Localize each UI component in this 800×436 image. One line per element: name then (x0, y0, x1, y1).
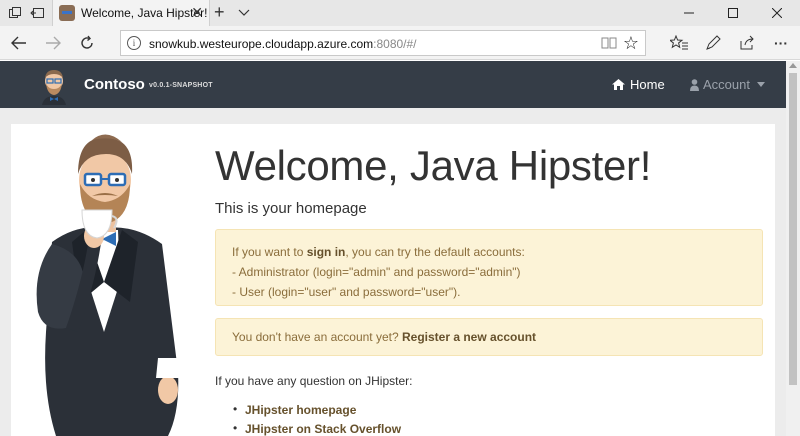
plus-icon[interactable]: + (214, 2, 225, 23)
favorites-list-icon[interactable] (668, 32, 690, 54)
register-link[interactable]: Register a new account (402, 330, 536, 344)
browser-tab[interactable]: Welcome, Java Hipster! ✕ (52, 0, 210, 26)
hipster-logo[interactable] (36, 65, 72, 105)
sign-in-link[interactable]: sign in (307, 245, 346, 259)
back-arrow-icon[interactable] (8, 32, 30, 54)
jhipster-links-list: JHipster homepage JHipster on Stack Over… (233, 402, 401, 436)
close-icon[interactable]: ✕ (191, 4, 203, 20)
register-alert-text: You don't have an account yet? (232, 330, 402, 344)
hipster-illustration (22, 132, 192, 436)
alert-line-user: - User (login="user" and password="user"… (232, 285, 461, 299)
reading-view-icon[interactable] (601, 36, 617, 55)
pen-icon[interactable] (702, 32, 724, 54)
scrollbar-thumb[interactable] (789, 73, 797, 385)
app-navbar: Contoso v0.0.1-SNAPSHOT Home Account (0, 61, 786, 108)
jhipster-homepage-link[interactable]: JHipster homepage (245, 403, 356, 417)
scroll-up-icon[interactable] (789, 63, 797, 68)
url-path: :8080/#/ (373, 37, 417, 51)
page-scrollbar[interactable] (786, 61, 800, 436)
list-item: JHipster on Stack Overflow (233, 421, 401, 436)
alert-text: , you can try the default accounts: (345, 245, 525, 259)
alert-line-1: If you want to sign in, you can try the … (232, 242, 746, 262)
nav-home-label: Home (630, 77, 665, 92)
register-alert: You don't have an account yet? Register … (215, 318, 763, 356)
address-bar[interactable]: i snowkub.westeurope.cloudapp.azure.com:… (120, 30, 646, 56)
url-text: snowkub.westeurope.cloudapp.azure.com:80… (149, 37, 417, 51)
maximize-icon[interactable] (712, 0, 754, 26)
browser-toolbar: i snowkub.westeurope.cloudapp.azure.com:… (0, 26, 800, 60)
refresh-icon[interactable] (76, 32, 98, 54)
brand-name[interactable]: Contoso (84, 76, 145, 93)
nav-account-label: Account (703, 77, 750, 92)
info-icon[interactable]: i (127, 36, 141, 50)
star-icon[interactable]: ☆ (623, 33, 639, 54)
question-text: If you have any question on JHipster: (215, 374, 413, 388)
version-label: v0.0.1-SNAPSHOT (149, 82, 213, 89)
page-title: Welcome, Java Hipster! (215, 142, 652, 189)
list-item: JHipster homepage (233, 402, 401, 422)
default-accounts-alert: If you want to sign in, you can try the … (215, 229, 763, 306)
tab-title: Welcome, Java Hipster! (81, 6, 208, 20)
back-tabs-icon[interactable] (28, 4, 46, 22)
share-icon[interactable] (736, 32, 758, 54)
nav-account-dropdown[interactable]: Account (690, 77, 765, 92)
alert-line-admin: - Administrator (login="admin" and passw… (232, 265, 521, 279)
home-icon (612, 79, 625, 90)
page-subtitle: This is your homepage (215, 200, 367, 217)
tab-aside-icon[interactable] (6, 4, 24, 22)
more-icon[interactable]: ··· (770, 32, 792, 54)
window-close-icon[interactable] (756, 0, 798, 26)
forward-arrow-icon[interactable] (42, 32, 64, 54)
minimize-icon[interactable] (668, 0, 710, 26)
url-host: snowkub.westeurope.cloudapp.azure.com (149, 37, 374, 51)
browser-tab-bar: Welcome, Java Hipster! ✕ + (0, 0, 800, 26)
stackoverflow-link[interactable]: JHipster on Stack Overflow (245, 422, 401, 436)
chevron-down-icon[interactable] (238, 5, 250, 23)
caret-down-icon (756, 82, 765, 87)
favicon (59, 5, 75, 21)
alert-text: If you want to (232, 245, 307, 259)
user-icon (690, 78, 699, 91)
nav-home-link[interactable]: Home (612, 77, 665, 92)
